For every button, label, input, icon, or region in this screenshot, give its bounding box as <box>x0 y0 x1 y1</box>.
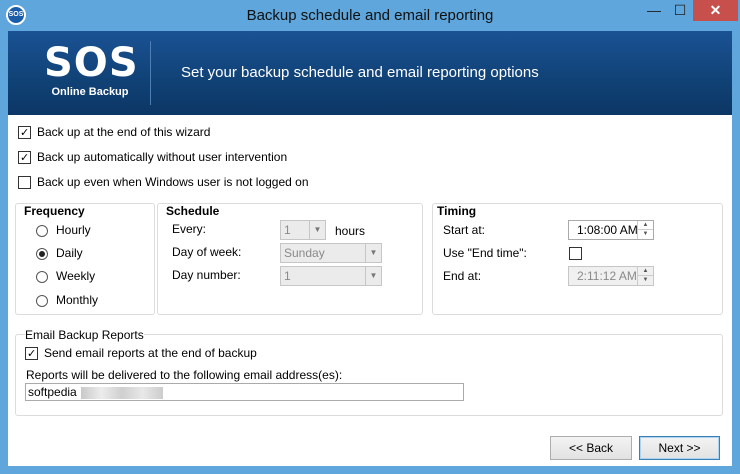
email-group: Email Backup Reports Send email reports … <box>15 328 723 416</box>
day-number-value: 1 <box>284 269 291 283</box>
schedule-title: Schedule <box>166 204 220 218</box>
hourly-radio[interactable] <box>36 224 48 237</box>
every-unit: hours <box>335 224 366 238</box>
end-time-input[interactable]: 2:11:12 AM ▲ ▼ <box>568 266 654 286</box>
logo-sub-text: Online Backup <box>51 86 129 98</box>
spin-up-icon[interactable]: ▲ <box>638 267 653 276</box>
day-of-week-value: Sunday <box>284 246 325 260</box>
schedule-group: Schedule Every: 1 ▼ hours Day of week: S… <box>157 203 423 315</box>
send-email-reports-checkbox[interactable] <box>25 346 38 362</box>
send-email-label: Send email reports at the end of backup <box>44 346 257 360</box>
option-label: Back up automatically without user inter… <box>37 150 288 164</box>
use-end-time-label: Use "End time": <box>443 246 527 260</box>
end-time-value: 2:11:12 AM <box>577 269 637 283</box>
chevron-down-icon: ▼ <box>365 267 381 285</box>
frequency-group: Frequency Hourly Daily Weekly Monthly <box>15 203 155 315</box>
frequency-daily[interactable]: Daily <box>36 245 83 261</box>
email-address-value: softpedia <box>28 385 77 399</box>
wizard-content: SOS Online Backup Set your backup schedu… <box>8 31 732 466</box>
maximize-button[interactable]: ☐ <box>667 0 693 21</box>
frequency-title: Frequency <box>24 204 85 218</box>
start-time-value: 1:08:00 AM <box>577 223 638 237</box>
day-of-week-label: Day of week: <box>172 245 242 259</box>
button-bar: << Back Next >> <box>8 430 732 466</box>
redacted-email-part <box>80 386 163 399</box>
banner-heading: Set your backup schedule and email repor… <box>181 64 539 81</box>
chevron-down-icon: ▼ <box>365 244 381 262</box>
timing-title: Timing <box>437 204 477 218</box>
banner-divider <box>150 41 151 105</box>
end-at-label: End at: <box>443 269 482 283</box>
frequency-weekly[interactable]: Weekly <box>36 268 95 284</box>
option-label: Back up even when Windows user is not lo… <box>37 175 309 189</box>
backup-not-logged-on-checkbox[interactable] <box>18 176 31 190</box>
close-button[interactable]: ✕ <box>693 0 738 21</box>
weekly-radio[interactable] <box>36 270 48 283</box>
option-backup-not-logged-on[interactable]: Back up even when Windows user is not lo… <box>18 174 309 190</box>
chevron-down-icon: ▼ <box>309 221 325 239</box>
radio-label: Hourly <box>56 223 91 237</box>
start-at-label: Start at: <box>443 223 486 237</box>
wizard-window: SOS Backup schedule and email reporting … <box>0 0 740 474</box>
spin-down-icon[interactable]: ▼ <box>638 276 653 285</box>
send-email-reports-option[interactable]: Send email reports at the end of backup <box>25 345 257 362</box>
radio-label: Weekly <box>56 269 96 283</box>
email-address-input[interactable]: softpedia <box>25 383 464 401</box>
logo-main-text: SOS <box>44 40 139 86</box>
email-address-label: Reports will be delivered to the followi… <box>26 368 343 382</box>
minimize-button[interactable]: — <box>641 0 667 21</box>
header-banner: SOS Online Backup Set your backup schedu… <box>8 31 732 115</box>
use-end-time-checkbox[interactable] <box>569 247 582 260</box>
option-backup-automatically[interactable]: Back up automatically without user inter… <box>18 149 288 166</box>
day-number-select[interactable]: 1 ▼ <box>280 266 382 286</box>
spin-up-icon[interactable]: ▲ <box>638 221 653 230</box>
window-title: Backup schedule and email reporting <box>246 7 494 24</box>
end-time-spinner[interactable]: ▲ ▼ <box>637 267 653 285</box>
start-time-spinner[interactable]: ▲ ▼ <box>637 221 653 239</box>
start-time-input[interactable]: 1:08:00 AM ▲ ▼ <box>568 220 654 240</box>
every-select[interactable]: 1 ▼ <box>280 220 326 240</box>
every-value: 1 <box>284 223 291 237</box>
monthly-radio[interactable] <box>36 294 48 307</box>
backup-end-of-wizard-checkbox[interactable] <box>18 125 31 141</box>
day-number-label: Day number: <box>172 268 241 282</box>
timing-group: Timing Start at: 1:08:00 AM ▲ ▼ Use "End… <box>432 203 723 315</box>
spin-down-icon[interactable]: ▼ <box>638 230 653 239</box>
frequency-hourly[interactable]: Hourly <box>36 222 91 238</box>
option-label: Back up at the end of this wizard <box>37 125 211 139</box>
sos-logo: SOS Online Backup <box>44 40 139 107</box>
radio-label: Monthly <box>56 293 99 307</box>
back-button[interactable]: << Back <box>550 436 632 460</box>
option-backup-end-of-wizard[interactable]: Back up at the end of this wizard <box>18 124 211 141</box>
next-button[interactable]: Next >> <box>639 436 720 460</box>
frequency-monthly[interactable]: Monthly <box>36 292 98 308</box>
backup-automatically-checkbox[interactable] <box>18 150 31 166</box>
day-of-week-select[interactable]: Sunday ▼ <box>280 243 382 263</box>
daily-radio[interactable] <box>36 247 48 260</box>
email-title: Email Backup Reports <box>25 328 144 342</box>
title-bar[interactable]: SOS Backup schedule and email reporting … <box>0 0 740 31</box>
every-label: Every: <box>172 222 207 236</box>
radio-label: Daily <box>56 246 83 260</box>
